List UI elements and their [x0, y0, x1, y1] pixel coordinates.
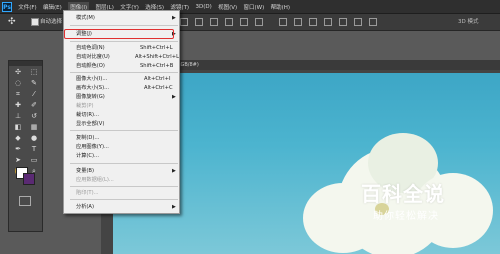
highlight-box: [64, 29, 174, 39]
align-hcenter-icon[interactable]: [240, 18, 248, 26]
menu-file[interactable]: 文件(F): [18, 3, 36, 11]
menu-item-calculations[interactable]: 计算(C)...: [64, 152, 179, 160]
gradient-icon[interactable]: ▦: [28, 123, 40, 132]
watermark: 百科全说 助你轻松解决: [343, 170, 463, 230]
auto-select-checkbox[interactable]: [31, 18, 39, 26]
pen-icon[interactable]: ✒: [12, 145, 24, 154]
menu-item-auto-color[interactable]: 自动颜色(O) Shift+Ctrl+B: [64, 62, 179, 70]
menu-item-auto-contrast[interactable]: 自动对比度(U) Alt+Shift+Ctrl+L: [64, 53, 179, 61]
menu-help[interactable]: 帮助(H): [271, 3, 290, 11]
tools-panel: ✣ ⬚ ◌ ✎ ⌗ ⁄ ✚ ✐ ⊥ ↺ ◧ ▦ ◆ ● ✒ T ➤ ▭ ✋ ⌕: [8, 60, 43, 232]
crop-icon[interactable]: ⌗: [12, 90, 24, 99]
marquee-icon[interactable]: ⬚: [28, 68, 40, 77]
blur-icon[interactable]: ◆: [12, 134, 24, 143]
submenu-arrow-icon: ▶: [172, 15, 176, 21]
menu-separator: [70, 41, 178, 42]
auto-align-icon[interactable]: [369, 18, 377, 26]
align-vcenter-icon[interactable]: [195, 18, 203, 26]
menu-item-duplicate[interactable]: 复制(D)...: [64, 134, 179, 142]
menu-separator: [70, 130, 178, 131]
photoshop-logo-icon: Ps: [2, 1, 12, 12]
document-tab-title: RGB/8#): [177, 62, 199, 68]
menu-item-image-rotation[interactable]: 图像旋转(G) ▶: [64, 93, 179, 101]
menu-separator: [70, 163, 178, 164]
align-bottom-icon[interactable]: [210, 18, 218, 26]
clone-stamp-icon[interactable]: ⊥: [12, 112, 24, 121]
align-right-icon[interactable]: [255, 18, 263, 26]
submenu-arrow-icon: ▶: [172, 204, 176, 210]
distribute-hcenter-icon[interactable]: [339, 18, 347, 26]
menu-separator: [70, 186, 178, 187]
distribute-top-icon[interactable]: [279, 18, 287, 26]
submenu-arrow-icon: ▶: [172, 168, 176, 174]
menu-edit[interactable]: 编辑(E): [43, 3, 62, 11]
type-icon[interactable]: T: [28, 145, 40, 154]
dodge-icon[interactable]: ●: [28, 134, 40, 143]
eraser-icon[interactable]: ◧: [12, 123, 24, 132]
menu-item-trap: 陷印(T)...: [76, 190, 99, 196]
menu-separator: [70, 72, 178, 73]
menu-3d[interactable]: 3D(D): [195, 4, 211, 10]
align-left-icon[interactable]: [225, 18, 233, 26]
menu-item-crop: 裁剪(P): [76, 103, 94, 109]
align-buttons: [180, 18, 377, 26]
menu-item-variables[interactable]: 变量(B) ▶: [64, 167, 179, 175]
menu-item-reveal-all[interactable]: 显示全部(V): [64, 120, 179, 128]
menu-item-analysis[interactable]: 分析(A) ▶: [64, 203, 179, 211]
distribute-bottom-icon[interactable]: [309, 18, 317, 26]
background-color-swatch[interactable]: [23, 173, 35, 185]
menu-item-apply-image[interactable]: 应用图像(Y)...: [64, 143, 179, 151]
menu-separator: [70, 25, 178, 26]
path-select-icon[interactable]: ➤: [12, 156, 24, 165]
eyedropper-icon[interactable]: ⁄: [28, 90, 40, 99]
menu-item-auto-tone[interactable]: 自动色调(N) Shift+Ctrl+L: [64, 44, 179, 52]
brush-icon[interactable]: ✐: [28, 101, 40, 110]
align-top-icon[interactable]: [180, 18, 188, 26]
lasso-icon[interactable]: ◌: [12, 79, 24, 88]
submenu-arrow-icon: ▶: [172, 94, 176, 100]
menu-item-image-size[interactable]: 图像大小(I)... Alt+Ctrl+I: [64, 75, 179, 83]
menu-view[interactable]: 视图(V): [218, 3, 237, 11]
quick-select-icon[interactable]: ✎: [28, 79, 40, 88]
healing-brush-icon[interactable]: ✚: [12, 101, 24, 110]
shape-icon[interactable]: ▭: [28, 156, 40, 165]
menu-item-canvas-size[interactable]: 画布大小(S)... Alt+Ctrl+C: [64, 84, 179, 92]
watermark-subtitle: 助你轻松解决: [373, 211, 439, 222]
quick-mask-icon[interactable]: [19, 196, 31, 206]
distribute-vcenter-icon[interactable]: [294, 18, 302, 26]
menu-item-apply-data-set: 应用数据组(L)...: [76, 177, 114, 183]
distribute-left-icon[interactable]: [324, 18, 332, 26]
history-brush-icon[interactable]: ↺: [28, 112, 40, 121]
move-icon[interactable]: ✣: [12, 68, 24, 77]
menu-separator: [70, 199, 178, 200]
3d-mode-label: 3D 模式: [458, 19, 479, 25]
move-tool-icon[interactable]: ✣: [8, 17, 18, 27]
image-menu-dropdown: 模式(M) ▶ 调整(J) ▶ 自动色调(N) Shift+Ctrl+L 自动对比度(…: [63, 10, 180, 214]
menu-item-mode[interactable]: 模式(M) ▶: [64, 14, 179, 22]
distribute-right-icon[interactable]: [354, 18, 362, 26]
menu-window[interactable]: 窗口(W): [244, 3, 265, 11]
auto-select-label: 自动选择: [40, 19, 63, 25]
menu-item-trim[interactable]: 裁切(R)...: [64, 111, 179, 119]
watermark-title: 百科全说: [361, 182, 445, 206]
